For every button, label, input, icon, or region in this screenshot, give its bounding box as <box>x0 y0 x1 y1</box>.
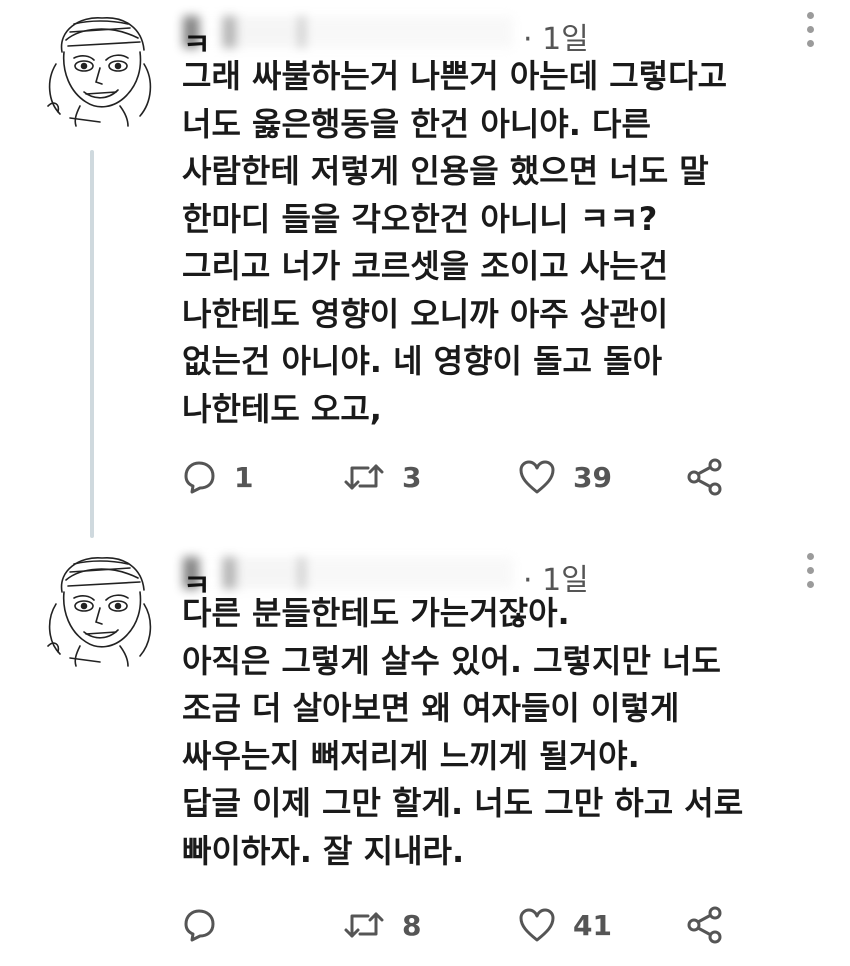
tweet-2[interactable]: ㅋ · 1일 다른 분들한테도 가는거잖아. 아직은 그렇게 살수 있어. 그렇… <box>0 535 850 966</box>
share-button[interactable] <box>685 452 725 502</box>
share-nodes-icon <box>687 906 722 944</box>
tweet-header: ㅋ · 1일 <box>183 8 623 63</box>
like-button[interactable]: 39 <box>517 452 612 502</box>
like-count: 39 <box>573 460 612 494</box>
heart-icon <box>519 908 555 942</box>
retweet-arrows-icon <box>344 464 384 490</box>
tweet-actions: 8 41 <box>180 900 780 950</box>
redacted-username <box>183 16 513 48</box>
tweet-actions: 1 3 39 <box>180 452 780 502</box>
reply-count: 1 <box>234 460 254 494</box>
share-button[interactable] <box>685 900 725 950</box>
heart-icon <box>519 460 555 494</box>
retweet-count: 8 <box>402 908 422 942</box>
retweet-count: 3 <box>402 460 422 494</box>
share-nodes-icon <box>687 458 722 496</box>
redacted-username <box>183 557 513 589</box>
retweet-button[interactable]: 8 <box>342 900 421 950</box>
reply-bubble-icon <box>184 909 215 942</box>
retweet-button[interactable]: 3 <box>342 452 421 502</box>
like-button[interactable]: 41 <box>517 900 612 950</box>
tweet-timestamp[interactable]: · 1일 <box>523 14 589 58</box>
avatar[interactable] <box>40 10 160 128</box>
tweet-text: 다른 분들한테도 가는거잖아. 아직은 그렇게 살수 있어. 그렇지만 너도 조… <box>182 594 744 870</box>
tweet-1[interactable]: ㅋ · 1일 그래 싸불하는거 나쁜거 아는데 그렇다고 너도 옳은행동을 한건… <box>0 0 850 520</box>
sketch-avatar-icon <box>47 557 152 667</box>
sketch-avatar-icon <box>47 17 152 127</box>
tweet-text: 그래 싸불하는거 나쁜거 아는데 그렇다고 너도 옳은행동을 한건 아니야. 다… <box>182 57 728 428</box>
like-count: 41 <box>573 908 612 942</box>
retweet-arrows-icon <box>344 912 384 938</box>
reply-bubble-icon <box>184 461 215 494</box>
reply-button[interactable] <box>180 900 234 950</box>
reply-button[interactable]: 1 <box>180 452 253 502</box>
vertical-dots-icon[interactable] <box>802 12 818 58</box>
avatar[interactable] <box>40 550 160 668</box>
